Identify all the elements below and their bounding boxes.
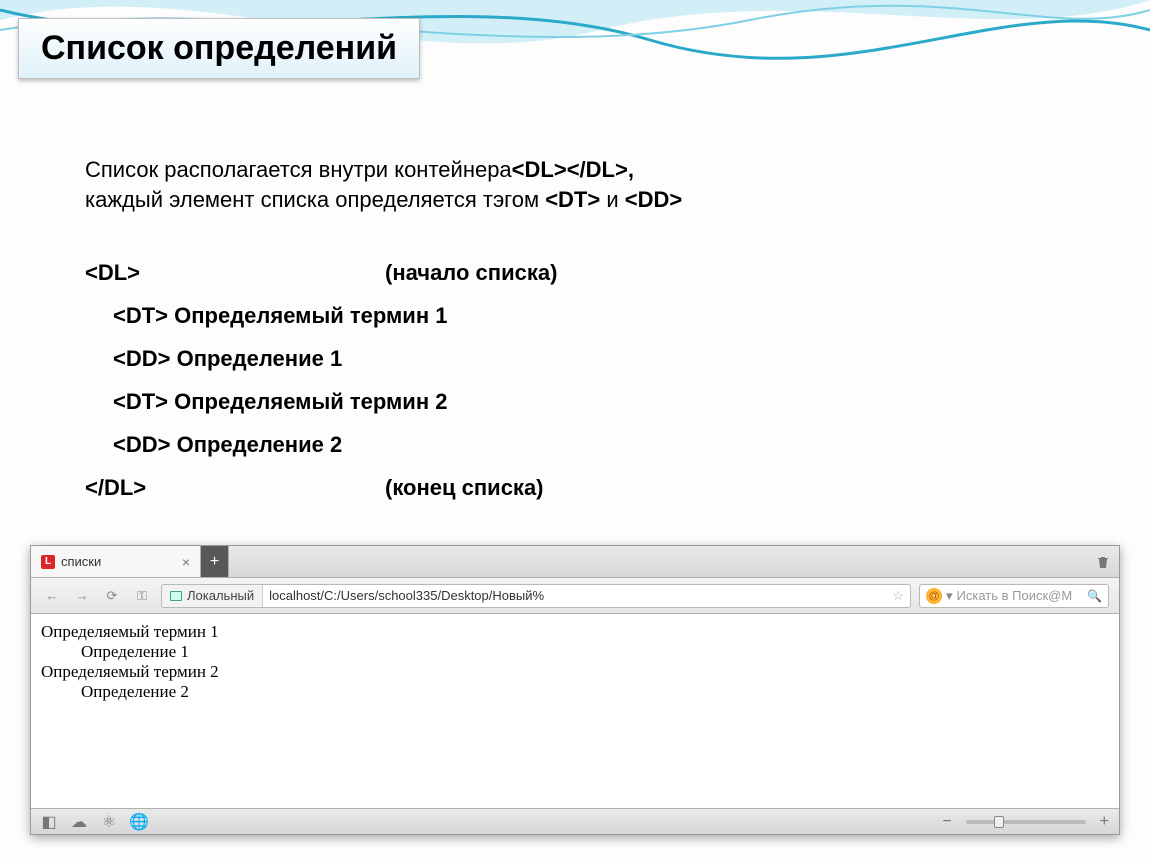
- zoom-slider[interactable]: [966, 820, 1086, 824]
- forward-button[interactable]: →: [71, 585, 93, 607]
- search-glass-icon[interactable]: 🔍: [1087, 589, 1102, 603]
- bookmark-star-icon[interactable]: ☆: [886, 585, 910, 607]
- code-block: <DL>(начало списка) <DT> Определяемый те…: [85, 252, 1090, 509]
- share-icon[interactable]: ⚛: [101, 814, 117, 830]
- reload-button[interactable]: ⟳: [101, 585, 123, 607]
- rendered-dd1: Определение 1: [81, 642, 1109, 662]
- rendered-dt1: Определяемый термин 1: [41, 622, 1109, 642]
- intro-2b: <DT>: [545, 187, 600, 212]
- zoom-thumb[interactable]: [994, 816, 1004, 828]
- code-r2: <DT> Определяемый термин 1: [85, 295, 1090, 338]
- browser-tab[interactable]: L списки ×: [31, 546, 201, 577]
- address-url[interactable]: localhost/C:/Users/school335/Desktop/Нов…: [263, 585, 886, 607]
- panel-toggle-icon[interactable]: ◧: [41, 814, 57, 830]
- tabs-row: L списки × +: [31, 546, 1119, 578]
- key-icon[interactable]: ⚿: [131, 585, 153, 607]
- code-r3: <DD> Определение 1: [85, 338, 1090, 381]
- search-placeholder: Искать в Поиск@М: [957, 588, 1084, 603]
- tab-favicon-icon: L: [41, 555, 55, 569]
- rendered-dt2: Определяемый термин 2: [41, 662, 1109, 682]
- code-r6a: </DL>: [85, 467, 385, 510]
- status-bar: ◧ ☁ ⚛ 🌐 − +: [31, 808, 1119, 834]
- slide-title: Список определений: [18, 18, 420, 79]
- search-provider-icon: @: [926, 588, 942, 604]
- new-tab-button[interactable]: +: [201, 546, 229, 577]
- intro-2a: каждый элемент списка определяется тэгом: [85, 187, 545, 212]
- code-r1b: (начало списка): [385, 252, 557, 295]
- network-icon[interactable]: 🌐: [131, 814, 147, 830]
- cloud-icon[interactable]: ☁: [71, 814, 87, 830]
- close-tab-icon[interactable]: ×: [182, 554, 190, 570]
- tab-title: списки: [61, 554, 101, 569]
- intro-2c: и: [600, 187, 625, 212]
- rendered-dl: Определяемый термин 1 Определение 1 Опре…: [41, 622, 1109, 702]
- code-r1a: <DL>: [85, 252, 385, 295]
- monitor-icon: [170, 591, 182, 601]
- intro-1a: Список располагается внутри контейнера: [85, 157, 512, 182]
- trash-icon[interactable]: [1087, 546, 1119, 577]
- code-r5: <DD> Определение 2: [85, 424, 1090, 467]
- intro-2d: <DD>: [625, 187, 682, 212]
- slide-content: Список располагается внутри контейнера<D…: [85, 155, 1090, 510]
- navbar: ← → ⟳ ⚿ Локальный localhost/C:/Users/sch…: [31, 578, 1119, 614]
- code-r6b: (конец списка): [385, 467, 544, 510]
- back-button[interactable]: ←: [41, 585, 63, 607]
- tabs-spacer: [229, 546, 1087, 577]
- intro-text: Список располагается внутри контейнера<D…: [85, 155, 1090, 214]
- page-viewport: Определяемый термин 1 Определение 1 Опре…: [31, 614, 1119, 808]
- rendered-dd2: Определение 2: [81, 682, 1109, 702]
- zoom-in-button[interactable]: +: [1100, 813, 1109, 831]
- address-bar[interactable]: Локальный localhost/C:/Users/school335/D…: [161, 584, 911, 608]
- browser-window: L списки × + ← → ⟳ ⚿ Локальный localhost…: [30, 545, 1120, 835]
- intro-1b: <DL></DL>,: [512, 157, 634, 182]
- address-local-badge: Локальный: [162, 585, 263, 607]
- search-dropdown-icon[interactable]: ▾: [946, 588, 953, 604]
- search-box[interactable]: @ ▾ Искать в Поиск@М 🔍: [919, 584, 1109, 608]
- code-r4: <DT> Определяемый термин 2: [85, 381, 1090, 424]
- local-label: Локальный: [187, 588, 254, 603]
- zoom-out-button[interactable]: −: [942, 813, 951, 831]
